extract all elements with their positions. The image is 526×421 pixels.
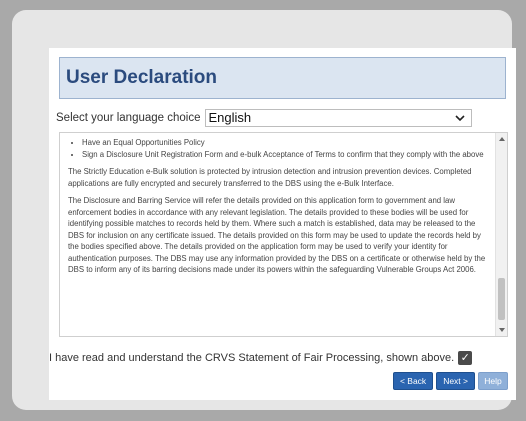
scroll-up-icon[interactable] bbox=[499, 137, 505, 141]
dbs-paragraph: The Disclosure and Barring Service will … bbox=[68, 196, 486, 274]
check-icon: ✓ bbox=[460, 352, 470, 364]
bullet-list: Have an Equal Opportunities Policy Sign … bbox=[68, 137, 490, 160]
page-title: User Declaration bbox=[66, 67, 218, 88]
back-button[interactable]: < Back bbox=[392, 372, 434, 390]
navigation-buttons: < Back Next > Help bbox=[392, 372, 508, 390]
help-button[interactable]: Help bbox=[478, 372, 508, 390]
chevron-down-icon bbox=[454, 115, 465, 122]
language-label: Select your language choice bbox=[56, 112, 201, 124]
declaration-card: User Declaration Select your language ch… bbox=[49, 48, 516, 400]
agreement-checkbox[interactable]: ✓ bbox=[458, 351, 473, 365]
vertical-scrollbar[interactable] bbox=[495, 133, 507, 336]
declaration-scrollbox[interactable]: Have an Equal Opportunities Policy Sign … bbox=[59, 132, 508, 337]
outer-frame: User Declaration Select your language ch… bbox=[12, 10, 516, 410]
language-selected-value: English bbox=[208, 110, 252, 125]
agreement-row: I have read and understand the CRVS Stat… bbox=[49, 349, 473, 367]
list-item: Sign a Disclosure Unit Registration Form… bbox=[82, 149, 490, 161]
page-header: User Declaration bbox=[59, 57, 506, 99]
list-item: Have an Equal Opportunities Policy bbox=[82, 137, 490, 149]
language-select[interactable]: English bbox=[204, 109, 472, 127]
next-button[interactable]: Next > bbox=[436, 372, 475, 390]
security-paragraph: The Strictly Education e-Bulk solution i… bbox=[68, 167, 472, 188]
agreement-label: I have read and understand the CRVS Stat… bbox=[49, 352, 455, 364]
language-row: Select your language choice English bbox=[56, 109, 472, 127]
declaration-text: Have an Equal Opportunities Policy Sign … bbox=[68, 137, 490, 276]
scrollbar-thumb[interactable] bbox=[498, 278, 505, 320]
scroll-down-icon[interactable] bbox=[499, 328, 505, 332]
